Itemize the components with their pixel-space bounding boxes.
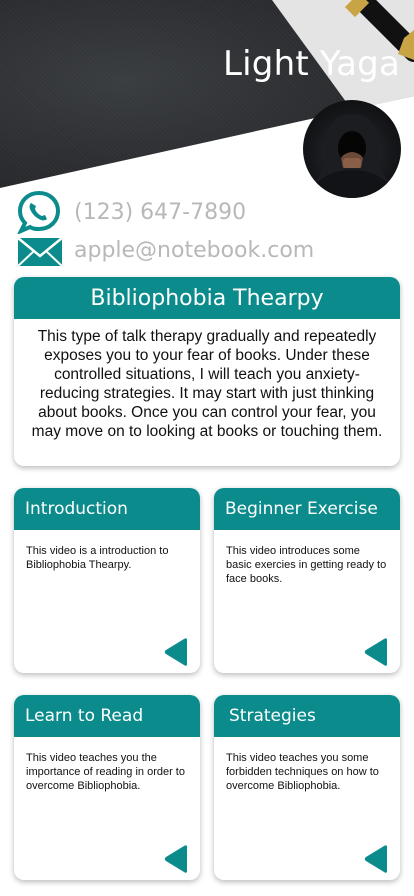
play-button-icon[interactable] <box>362 844 392 874</box>
avatar <box>303 100 401 198</box>
video-card[interactable]: Strategies This video teaches you some f… <box>214 695 400 880</box>
video-card-description: This video teaches you some forbidden te… <box>226 752 379 792</box>
play-button-icon[interactable] <box>162 844 192 874</box>
envelope-icon <box>17 237 62 267</box>
video-card-description: This video is a introduction to Biblioph… <box>26 545 169 571</box>
phone-icon <box>17 190 61 234</box>
video-card-title: Strategies <box>214 695 400 737</box>
email-address[interactable]: apple@notebook.com <box>74 238 314 263</box>
video-card[interactable]: Learn to Read This video teaches you the… <box>14 695 200 880</box>
video-card-description: This video introduces some basic exercie… <box>226 545 387 585</box>
video-card-description: This video teaches you the importance of… <box>26 752 185 792</box>
email-row[interactable]: apple@notebook.com <box>16 230 314 274</box>
video-card-title: Introduction <box>14 488 200 530</box>
play-button-icon[interactable] <box>162 637 192 667</box>
video-card[interactable]: Beginner Exercise This video introduces … <box>214 488 400 673</box>
hooded-figure-icon <box>303 114 401 198</box>
video-card[interactable]: Introduction This video is a introductio… <box>14 488 200 673</box>
video-card-title: Learn to Read <box>14 695 200 737</box>
therapy-card: Bibliophobia Thearpy This type of talk t… <box>14 277 400 466</box>
phone-number[interactable]: (123) 647-7890 <box>74 200 246 225</box>
phone-row[interactable]: (123) 647-7890 <box>16 190 246 234</box>
therapy-description: This type of talk therapy gradually and … <box>31 328 383 440</box>
therapy-title: Bibliophobia Thearpy <box>14 277 400 319</box>
play-button-icon[interactable] <box>362 637 392 667</box>
profile-name: Light Yaga <box>223 44 400 84</box>
video-card-title: Beginner Exercise <box>214 488 400 530</box>
